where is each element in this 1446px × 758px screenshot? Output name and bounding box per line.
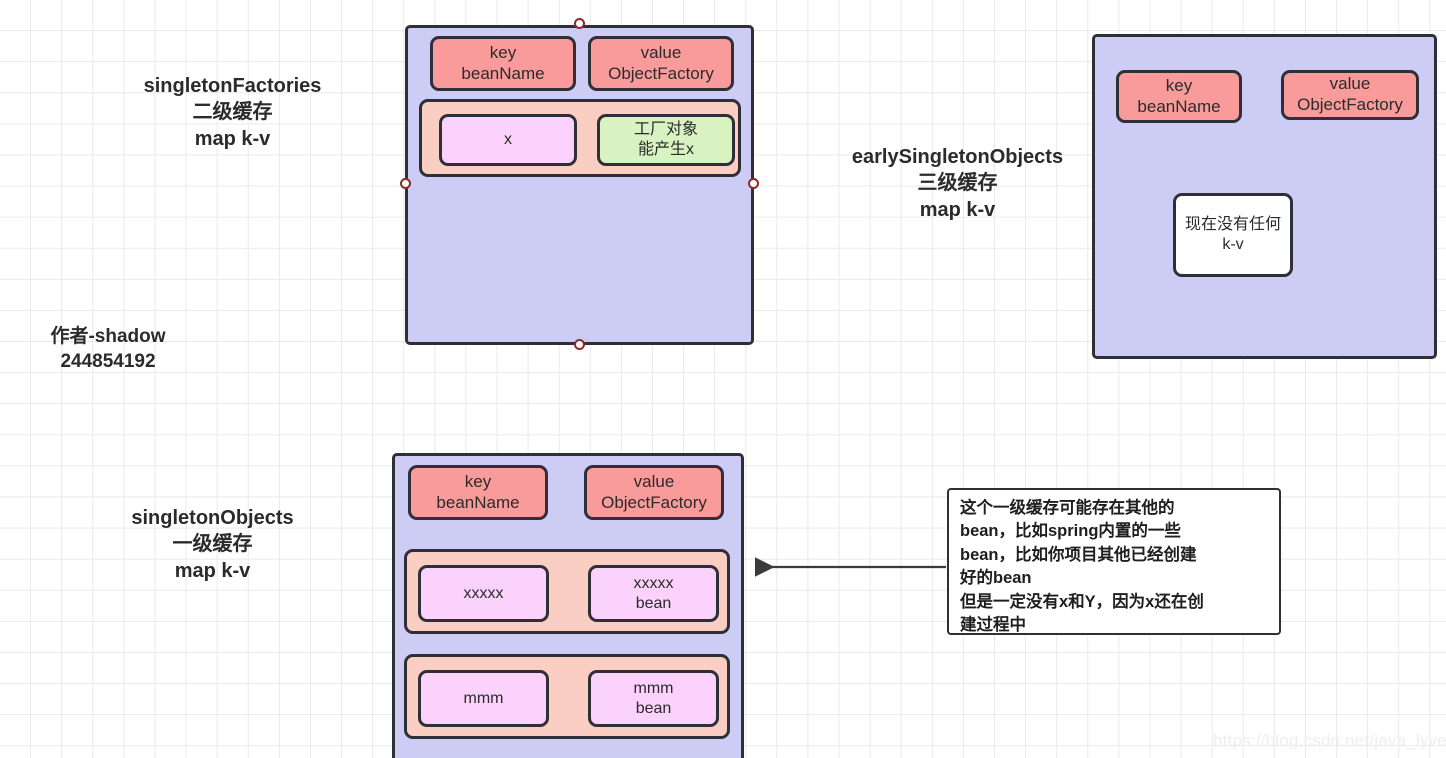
watermark: https://blog.csdn.net/java_lyvee <box>1213 731 1446 750</box>
annotation-arrow <box>754 557 946 577</box>
